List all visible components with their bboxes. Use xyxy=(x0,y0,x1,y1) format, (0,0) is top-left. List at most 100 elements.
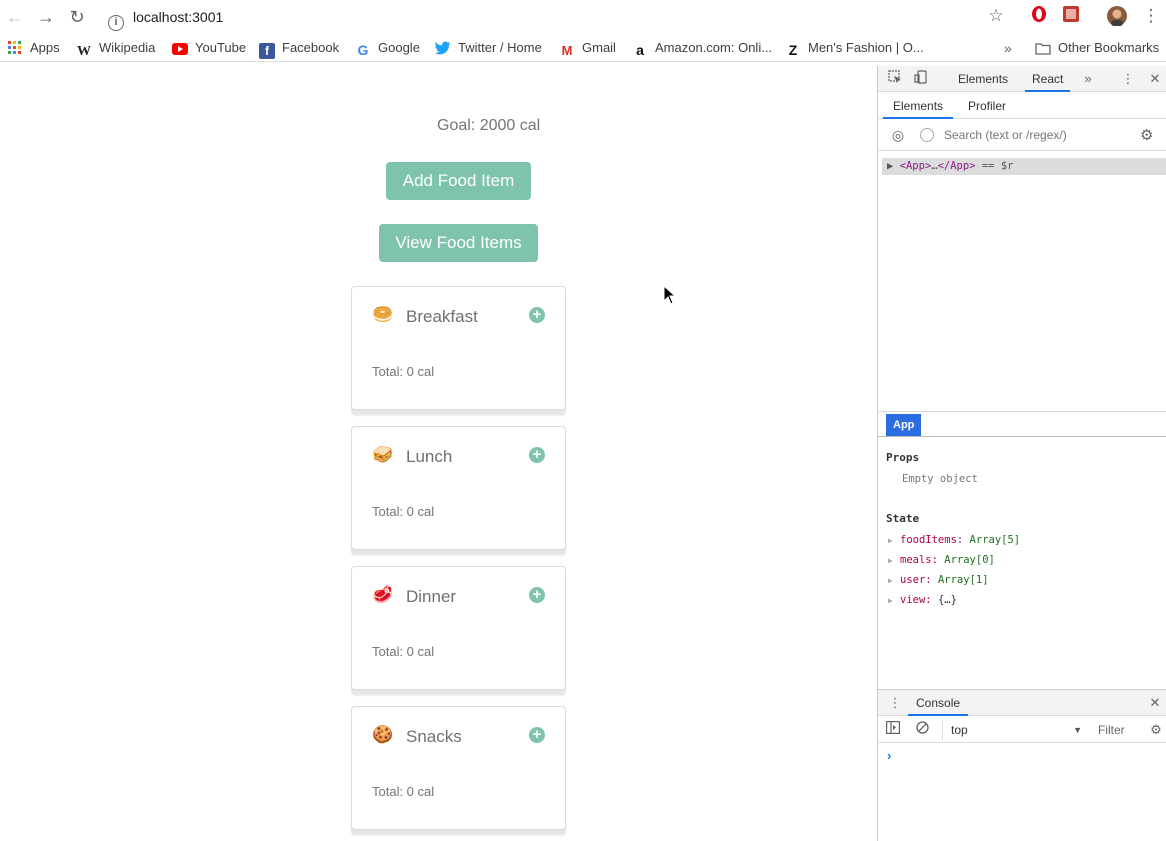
console-tab-bar: ⋮ Console ✕ xyxy=(878,690,1166,716)
state-row-user[interactable]: ▶ user: Array[1] xyxy=(888,572,989,588)
bookmark-other-folder[interactable]: Other Bookmarks xyxy=(1035,34,1159,62)
more-bookmarks-icon[interactable]: » xyxy=(1004,34,1012,62)
reload-icon[interactable]: ↻ xyxy=(66,6,88,28)
amazon-icon: a xyxy=(636,42,644,58)
bookmark-facebook[interactable]: f Facebook xyxy=(259,34,339,62)
close-devtools-icon[interactable]: ✕ xyxy=(1146,70,1164,88)
expand-arrow-icon[interactable]: ▶ xyxy=(887,160,893,172)
view-food-items-button[interactable]: View Food Items xyxy=(379,224,538,262)
bookmarks-bar: Apps W Wikipedia YouTube f Facebook G Googl… xyxy=(0,34,1166,62)
react-subtab-bar: Elements Profiler xyxy=(878,93,1166,119)
drawer-menu-icon[interactable]: ⋮ xyxy=(886,694,904,712)
devtools-tab-bar: Elements React » ⋮ ✕ xyxy=(878,66,1166,92)
execution-context-select[interactable]: top ▼ xyxy=(942,720,1082,740)
meal-title: Breakfast xyxy=(406,307,478,326)
steak-icon: 🥩 xyxy=(372,585,394,604)
extension-icon[interactable] xyxy=(1060,5,1082,27)
console-toolbar: top ▼ Filter ⚙ xyxy=(878,717,1166,743)
expand-arrow-icon[interactable]: ▶ xyxy=(888,553,894,569)
bookmark-youtube[interactable]: YouTube xyxy=(172,34,246,62)
subtab-profiler[interactable]: Profiler xyxy=(968,93,1006,119)
add-food-item-button[interactable]: Add Food Item xyxy=(386,162,531,200)
add-circle-icon[interactable]: + xyxy=(529,587,545,603)
meal-total: Total: 0 cal xyxy=(372,504,435,519)
bookmark-mens-fashion[interactable]: Z Men's Fashion | O... xyxy=(785,34,924,62)
dropdown-arrow-icon: ▼ xyxy=(1073,725,1082,735)
back-arrow-icon[interactable]: ← xyxy=(4,6,26,28)
more-tabs-icon[interactable]: » xyxy=(1079,70,1097,88)
meal-title: Dinner xyxy=(406,587,457,606)
goal-text: Goal: 2000 cal xyxy=(437,117,541,134)
tab-elements[interactable]: Elements xyxy=(958,66,1008,92)
clear-console-icon[interactable] xyxy=(913,721,931,739)
close-drawer-icon[interactable]: ✕ xyxy=(1146,694,1164,712)
gear-icon[interactable]: ⚙ xyxy=(1140,126,1153,144)
tab-console[interactable]: Console xyxy=(908,690,969,716)
expand-arrow-icon[interactable]: ▶ xyxy=(888,533,894,549)
meal-card-breakfast: 🥯 Breakfast + Total: 0 cal xyxy=(351,286,566,410)
wikipedia-icon: W xyxy=(77,44,91,59)
opera-extension-icon[interactable] xyxy=(1028,5,1050,27)
add-circle-icon[interactable]: + xyxy=(529,727,545,743)
select-element-target-icon[interactable]: ◎ xyxy=(890,127,906,143)
state-heading: State xyxy=(886,512,920,525)
selected-component-badge[interactable]: App xyxy=(886,414,922,436)
meal-total: Total: 0 cal xyxy=(372,784,435,799)
youtube-icon xyxy=(172,43,188,59)
inspect-element-icon[interactable] xyxy=(886,70,904,88)
component-search-bar: ◎ ⚙ xyxy=(878,120,1166,151)
apps-grid-icon xyxy=(7,41,23,57)
meal-title: Snacks xyxy=(406,727,462,746)
twitter-icon xyxy=(435,41,451,57)
sidebar-toggle-icon[interactable] xyxy=(884,721,902,739)
state-row-view[interactable]: ▶ view: {…} xyxy=(888,592,957,608)
meal-title: Lunch xyxy=(406,447,453,466)
bagel-icon: 🥯 xyxy=(372,305,394,324)
bookmark-wikipedia[interactable]: W Wikipedia xyxy=(76,34,155,62)
forward-arrow-icon[interactable]: → xyxy=(35,6,57,28)
add-circle-icon[interactable]: + xyxy=(529,307,545,323)
tab-react[interactable]: React xyxy=(1025,66,1071,92)
meal-card-lunch: 🥪 Lunch + Total: 0 cal xyxy=(351,426,566,550)
bookmark-twitter[interactable]: Twitter / Home xyxy=(435,34,542,62)
gear-icon[interactable]: ⚙ xyxy=(1147,721,1165,739)
state-row-meals[interactable]: ▶ meals: Array[0] xyxy=(888,552,995,568)
bookmark-amazon[interactable]: a Amazon.com: Onli... xyxy=(632,34,772,62)
address-bar[interactable]: i localhost:3001 xyxy=(108,5,968,31)
zalando-icon: Z xyxy=(788,42,798,58)
cookie-icon: 🍪 xyxy=(372,725,394,744)
meal-card-snacks: 🍪 Snacks + Total: 0 cal xyxy=(351,706,566,830)
add-circle-icon[interactable]: + xyxy=(529,447,545,463)
selected-component-header: App xyxy=(878,411,1166,437)
sandwich-icon: 🥪 xyxy=(372,445,394,464)
gmail-icon: M xyxy=(561,43,573,58)
bookmark-star-icon[interactable]: ☆ xyxy=(985,5,1007,27)
device-toolbar-icon[interactable] xyxy=(912,70,930,88)
facebook-icon: f xyxy=(259,43,275,59)
bookmark-google[interactable]: G Google xyxy=(355,34,420,62)
subtab-elements[interactable]: Elements xyxy=(883,93,954,119)
meal-card-dinner: 🥩 Dinner + Total: 0 cal xyxy=(351,566,566,690)
component-search-input[interactable] xyxy=(944,125,1134,145)
component-tree-row-app[interactable]: ▶ <App>…</App> == $r xyxy=(882,158,1166,175)
google-icon: G xyxy=(357,42,369,58)
expand-arrow-icon[interactable]: ▶ xyxy=(888,593,894,609)
expand-arrow-icon[interactable]: ▶ xyxy=(888,573,894,589)
search-icon xyxy=(920,128,934,142)
profile-avatar[interactable] xyxy=(1106,5,1128,27)
browser-menu-icon[interactable]: ⋮ xyxy=(1140,5,1162,27)
devtools-panel: Elements React » ⋮ ✕ Elements Profiler ◎… xyxy=(877,66,1166,841)
state-row-fooditems[interactable]: ▶ foodItems: Array[5] xyxy=(888,532,1020,548)
meal-total: Total: 0 cal xyxy=(372,644,435,659)
url-text: localhost:3001 xyxy=(133,9,224,25)
bookmark-apps[interactable]: Apps xyxy=(7,34,60,62)
devtools-menu-icon[interactable]: ⋮ xyxy=(1119,70,1137,88)
mouse-cursor-icon xyxy=(663,285,677,305)
console-filter-input[interactable]: Filter xyxy=(1098,720,1125,740)
console-drawer: ⋮ Console ✕ top ▼ Filter ⚙ › xyxy=(878,689,1166,841)
folder-icon xyxy=(1035,42,1051,58)
console-prompt[interactable]: › xyxy=(887,748,891,763)
site-info-icon[interactable]: i xyxy=(108,15,124,31)
browser-toolbar: ← → ↻ i localhost:3001 ☆ ⋮ xyxy=(0,0,1166,34)
bookmark-gmail[interactable]: M Gmail xyxy=(559,34,616,62)
